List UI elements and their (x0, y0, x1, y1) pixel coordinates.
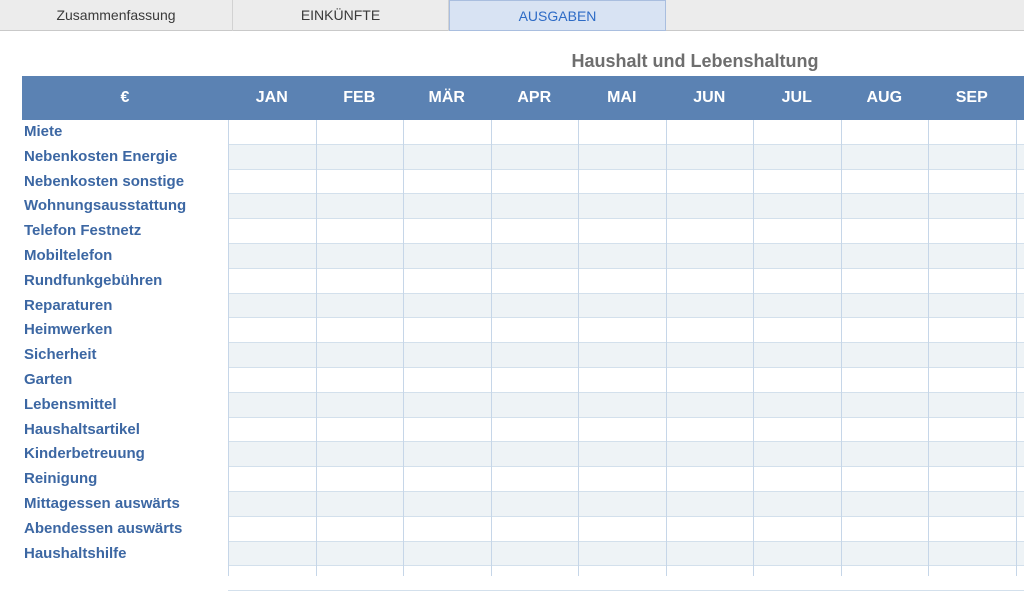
tab-ausgaben[interactable]: AUSGABEN (449, 0, 666, 31)
table-row[interactable] (228, 442, 1024, 468)
row-label[interactable]: Mobiltelefon (24, 244, 112, 269)
tab-einkuenfte[interactable]: EINKÜNFTE (233, 0, 449, 31)
row-label[interactable]: Wohnungsausstattung (24, 194, 186, 219)
row-label[interactable]: Garten (24, 368, 72, 393)
table-row[interactable] (228, 343, 1024, 368)
column-divider (316, 120, 317, 576)
month-header-5[interactable]: JUN (666, 76, 754, 120)
column-divider (228, 120, 229, 576)
column-divider (403, 120, 404, 576)
table-row[interactable] (228, 120, 1024, 145)
table-row[interactable] (228, 268, 1024, 294)
table-row[interactable] (228, 392, 1024, 418)
table-row[interactable] (228, 417, 1024, 443)
column-divider (841, 120, 842, 576)
month-header-3[interactable]: APR (491, 76, 579, 120)
row-label[interactable]: Rundfunkgebühren (24, 269, 162, 294)
row-label[interactable]: Telefon Festnetz (24, 219, 141, 244)
row-label[interactable]: Sicherheit (24, 343, 97, 368)
row-label[interactable]: Haushaltshilfe (24, 542, 127, 567)
month-header-0[interactable]: JAN (228, 76, 316, 120)
month-header-6[interactable]: JUL (753, 76, 841, 120)
table-row[interactable] (228, 566, 1024, 591)
sheet-title: Haushalt und Lebenshaltung (571, 51, 819, 71)
table-row[interactable] (228, 516, 1024, 542)
month-header-8[interactable]: SEP (928, 76, 1016, 120)
row-label[interactable]: Kinderbetreuung (24, 442, 145, 467)
table-header-row: € JAN FEB MÄR APR MAI JUN JUL AUG SEP (22, 76, 1024, 120)
column-divider (1016, 120, 1017, 576)
column-divider (491, 120, 492, 576)
month-header-2[interactable]: MÄR (403, 76, 491, 120)
row-label[interactable]: Abendessen auswärts (24, 517, 182, 542)
table-row[interactable] (228, 244, 1024, 269)
row-label[interactable]: Haushaltsartikel (24, 418, 140, 443)
month-header-1[interactable]: FEB (316, 76, 404, 120)
table-row[interactable] (228, 467, 1024, 492)
table-row[interactable] (228, 219, 1024, 244)
month-header-4[interactable]: MAI (578, 76, 666, 120)
tab-zusammenfassung[interactable]: Zusammenfassung (0, 0, 233, 31)
table-row[interactable] (228, 368, 1024, 393)
row-label[interactable]: Miete (24, 120, 62, 145)
column-divider (928, 120, 929, 576)
month-header-7[interactable]: AUG (841, 76, 929, 120)
table-row[interactable] (228, 492, 1024, 517)
table-row[interactable] (228, 194, 1024, 220)
table-row[interactable] (228, 169, 1024, 195)
row-label[interactable]: Reinigung (24, 467, 97, 492)
row-label[interactable]: Nebenkosten sonstige (24, 170, 184, 195)
table-row[interactable] (228, 144, 1024, 170)
row-label[interactable]: Nebenkosten Energie (24, 145, 177, 170)
currency-header-cell[interactable]: € (22, 76, 228, 120)
column-divider (578, 120, 579, 576)
table-row[interactable] (228, 293, 1024, 319)
table-row[interactable] (228, 541, 1024, 567)
row-label[interactable]: Lebensmittel (24, 393, 117, 418)
column-divider (753, 120, 754, 576)
row-label[interactable]: Reparaturen (24, 294, 112, 319)
table-row[interactable] (228, 318, 1024, 344)
row-label[interactable]: Heimwerken (24, 318, 112, 343)
column-divider (666, 120, 667, 576)
sheet-tab-bar: Zusammenfassung EINKÜNFTE AUSGABEN (0, 0, 1024, 31)
row-label[interactable]: Mittagessen auswärts (24, 492, 180, 517)
